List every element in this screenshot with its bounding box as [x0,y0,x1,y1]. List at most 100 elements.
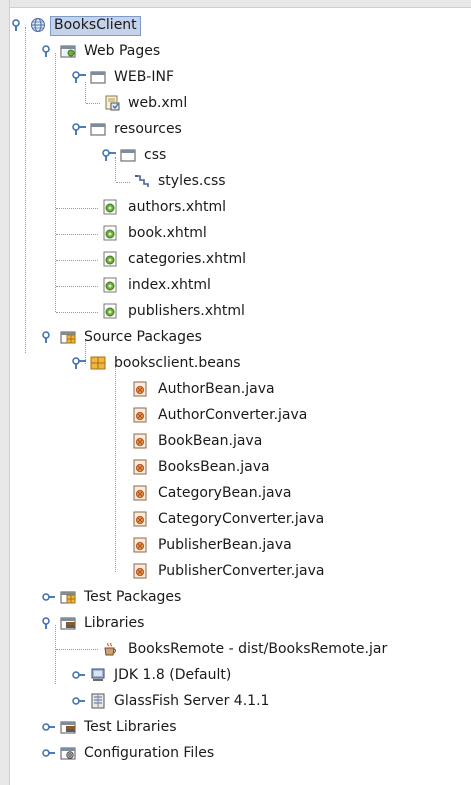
tree-node-web-inf[interactable]: WEB-INF [10,64,471,90]
folder-icon [120,149,136,162]
xml-file-icon [105,95,120,111]
tree-node-label[interactable]: book.xhtml [128,224,207,242]
tree-node-web-xml[interactable]: web.xml [10,82,471,116]
tree-node-java-file[interactable]: BookBean.java [10,428,471,454]
tree-node-resources[interactable]: resources [10,116,471,142]
web-pages-folder-icon [60,45,76,58]
tree-node-label[interactable]: BooksClient [50,16,141,36]
tree-node-label[interactable]: resources [114,120,182,138]
xhtml-file-icon [103,251,117,267]
collapsed-toggle-icon[interactable] [72,695,86,707]
tree-node-java-file[interactable]: CategoryBean.java [10,480,471,506]
folder-icon [90,71,106,84]
tree-node-label[interactable]: css [144,146,166,164]
collapsed-toggle-icon[interactable] [42,747,56,759]
tree-node-label[interactable]: AuthorBean.java [158,380,275,398]
tree-node-label[interactable]: CategoryBean.java [158,484,291,502]
tree-node-label[interactable]: BookBean.java [158,432,262,450]
tree-node-label[interactable]: categories.xhtml [128,250,246,268]
tree-node-label[interactable]: Source Packages [84,328,202,346]
tree-node-configuration-files[interactable]: Configuration Files [10,740,471,766]
tree-node-label[interactable]: JDK 1.8 (Default) [114,666,231,684]
globe-project-icon [31,18,45,32]
tree-node-css[interactable]: css [10,142,471,168]
tree-node-label[interactable]: WEB-INF [114,68,174,86]
tree-node-source-packages[interactable]: Source Packages [10,324,471,350]
expanded-toggle-icon[interactable] [72,71,86,83]
tree-node-test-packages[interactable]: Test Packages [10,584,471,610]
tree-node-label[interactable]: PublisherBean.java [158,536,292,554]
expanded-toggle-icon[interactable] [72,357,86,369]
tree-node-libraries[interactable]: Libraries [10,610,471,636]
source-packages-folder-icon [60,331,76,344]
tree-node-label[interactable]: Test Packages [84,588,181,606]
tree-node-booksclient-beans[interactable]: booksclient.beans [10,350,471,376]
tree-node-web-pages[interactable]: Web Pages [10,38,471,64]
tree-node-label[interactable]: Configuration Files [84,744,214,762]
java-class-icon [133,407,147,423]
xhtml-file-icon [103,303,117,319]
tree-node-test-libraries[interactable]: Test Libraries [10,714,471,740]
java-class-icon [133,433,147,449]
tree-node-java-file[interactable]: AuthorConverter.java [10,402,471,428]
server-icon [91,693,105,709]
tree-node-jdk[interactable]: JDK 1.8 (Default) [10,662,471,688]
tree-node-label[interactable]: CategoryConverter.java [158,510,324,528]
tree-node-java-file[interactable]: PublisherConverter.java [10,558,471,584]
window-left-border [0,0,10,785]
tree-node-label[interactable]: Test Libraries [84,718,176,736]
tree-node-java-file[interactable]: PublisherBean.java [10,532,471,558]
java-class-icon [133,459,147,475]
tree-node-authors-xhtml[interactable]: authors.xhtml [10,194,471,220]
css-file-icon [135,175,149,187]
expanded-toggle-icon[interactable] [102,149,116,161]
tree-node-categories-xhtml[interactable]: categories.xhtml [10,246,471,272]
tree-node-booksremote-jar[interactable]: BooksRemote - dist/BooksRemote.jar [10,636,471,662]
tree-guide-line [56,649,98,650]
tree-node-java-file[interactable]: CategoryConverter.java [10,506,471,532]
xhtml-file-icon [103,199,117,215]
jdk-platform-icon [91,668,105,681]
expanded-toggle-icon[interactable] [42,45,56,57]
tree-node-label[interactable]: AuthorConverter.java [158,406,307,424]
java-class-icon [133,485,147,501]
xhtml-file-icon [103,277,117,293]
tree-node-label[interactable]: web.xml [128,94,187,112]
tree-node-label[interactable]: BooksRemote - dist/BooksRemote.jar [128,640,387,658]
tree-node-styles-css[interactable]: styles.css [10,168,471,194]
tree-node-label[interactable]: styles.css [158,172,226,190]
tree-node-label[interactable]: GlassFish Server 4.1.1 [114,692,269,710]
collapsed-toggle-icon[interactable] [42,721,56,733]
collapsed-toggle-icon[interactable] [72,669,86,681]
expanded-toggle-icon[interactable] [42,617,56,629]
collapsed-toggle-icon[interactable] [42,591,56,603]
test-libraries-folder-icon [60,721,76,734]
tree-node-publishers-xhtml[interactable]: publishers.xhtml [10,298,471,324]
package-icon [90,356,106,370]
tree-node-label[interactable]: authors.xhtml [128,198,226,216]
folder-icon [90,123,106,136]
tree-node-label[interactable]: index.xhtml [128,276,211,294]
tree-node-label[interactable]: Libraries [84,614,144,632]
jar-coffee-icon [104,642,116,656]
tree-node-label[interactable]: booksclient.beans [114,354,241,372]
test-packages-folder-icon [60,591,76,604]
tree-guide-line [86,103,100,104]
tree-node-label[interactable]: Web Pages [84,42,160,60]
tree-node-java-file[interactable]: AuthorBean.java [10,376,471,402]
tree-node-label[interactable]: PublisherConverter.java [158,562,325,580]
tree-node-index-xhtml[interactable]: index.xhtml [10,272,471,298]
expanded-toggle-icon[interactable] [12,19,26,31]
tree-node-book-xhtml[interactable]: book.xhtml [10,220,471,246]
tree-node-label[interactable]: BooksBean.java [158,458,270,476]
java-class-icon [133,563,147,579]
xhtml-file-icon [103,225,117,241]
window-top-border [0,0,471,8]
tree-node-label[interactable]: publishers.xhtml [128,302,245,320]
expanded-toggle-icon[interactable] [42,331,56,343]
tree-node-glassfish[interactable]: GlassFish Server 4.1.1 [10,688,471,714]
expanded-toggle-icon[interactable] [72,123,86,135]
tree-node-booksclient[interactable]: BooksClient [10,12,471,38]
tree-node-java-file[interactable]: BooksBean.java [10,454,471,480]
java-class-icon [133,537,147,553]
